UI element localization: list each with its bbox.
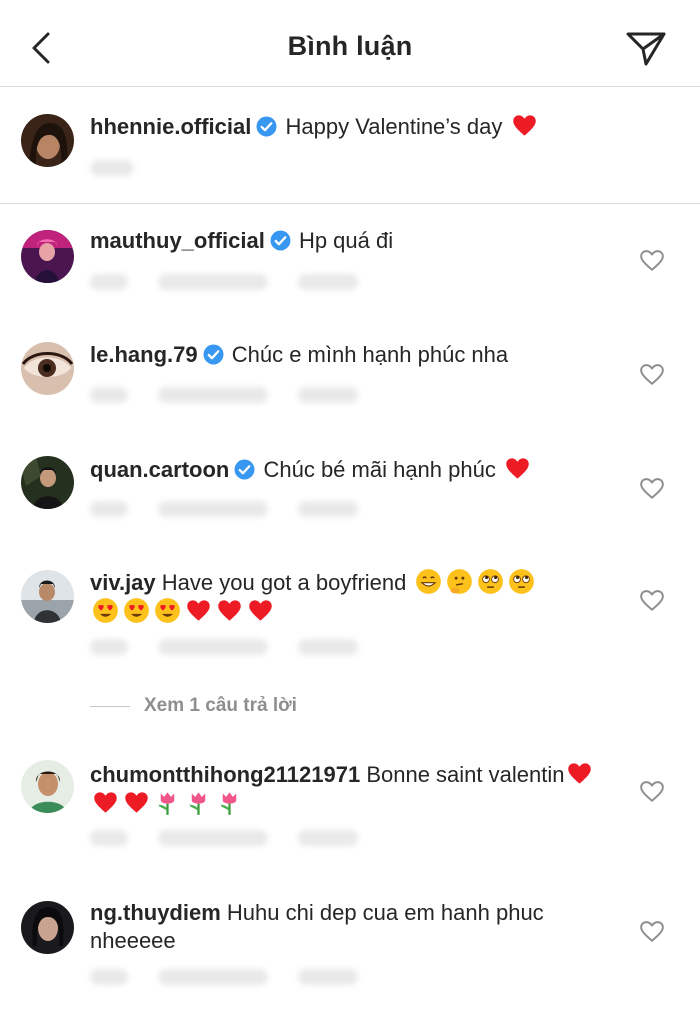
comment-item: chumontthihong21121971 Bonne saint valen… [0,740,700,880]
heart-eyes-emoji-icon [155,598,180,623]
paper-plane-icon[interactable] [624,28,668,68]
comment-username[interactable]: mauthuy_official [90,228,265,253]
comment-text-block: ng.thuydiem Huhu chi dep cua em hanh phu… [90,899,625,955]
comment-text: Chúc e mình hạnh phúc nha [231,342,509,367]
post-caption: hhennie.official Happy Valentine’s day [0,87,700,204]
comment-meta-blurred [90,500,388,522]
comment-meta-blurred [90,968,388,990]
comment-username[interactable]: le.hang.79 [90,342,198,367]
comment-username[interactable]: quan.cartoon [90,457,229,482]
comment-meta-blurred [90,386,388,408]
comment-username[interactable]: chumontthihong21121971 [90,762,360,787]
grinning-face-emoji-icon [415,569,441,594]
caption-username[interactable]: hhennie.official [90,114,251,139]
eye-roll-emoji-icon [508,569,534,594]
heart-eyes-emoji-icon [93,598,118,623]
tulip-emoji-icon [189,792,206,815]
red-heart-emoji-icon [249,600,272,621]
caption-meta-blurred [90,159,164,181]
comment-username[interactable]: viv.jay [90,570,156,595]
comment-item: mauthuy_official Hp quá đi [0,204,700,318]
comment-text-block: quan.cartoon Chúc bé mãi hạnh phúc [90,455,625,484]
comment-meta-blurred [90,273,388,295]
comment-item: ng.thuydiem Huhu chi dep cua em hanh phu… [0,880,700,1032]
view-replies-button[interactable]: Xem 1 câu trả lời [90,695,297,723]
caption-text-block: hhennie.official Happy Valentine’s day [90,112,625,141]
comment-text-block: chumontthihong21121971 Bonne saint valen… [90,760,625,818]
comment-text-block: mauthuy_official Hp quá đi [90,227,625,255]
verified-badge-icon [256,116,277,137]
red-heart-emoji-icon [94,792,117,813]
comment-text: Chúc bé mãi hạnh phúc [263,457,496,482]
page-title: Bình luận [287,31,413,61]
comment-text-block: le.hang.79 Chúc e mình hạnh phúc nha [90,341,625,369]
red-heart-emoji-icon [187,600,210,621]
avatar[interactable] [21,230,74,283]
like-heart-icon[interactable] [639,248,665,272]
thinking-face-emoji-icon [446,569,472,594]
avatar[interactable] [21,901,74,954]
top-bar: Bình luận [0,0,700,87]
comment-text: Have you got a boyfriend [161,570,407,595]
verified-badge-icon [270,230,291,251]
like-heart-icon[interactable] [639,588,665,612]
replies-divider-line [90,705,130,707]
avatar[interactable] [21,342,74,395]
avatar[interactable] [21,760,74,813]
comment-text: Bonne saint valentin [366,762,565,787]
caption-text: Happy Valentine’s day [285,114,503,139]
like-heart-icon[interactable] [639,779,665,803]
comment-item: quan.cartoon Chúc bé mãi hạnh phúc [0,432,700,546]
red-heart-emoji-icon [506,458,529,479]
tulip-emoji-icon [158,792,175,815]
red-heart-emoji-icon [218,600,241,621]
comment-username[interactable]: ng.thuydiem [90,900,221,925]
verified-badge-icon [234,459,255,480]
heart-eyes-emoji-icon [124,598,149,623]
view-replies-label: Xem 1 câu trả lời [144,695,297,716]
red-heart-emoji-icon [512,115,536,136]
avatar[interactable] [21,114,74,167]
avatar[interactable] [21,456,74,509]
comment-text-block: viv.jay Have you got a boyfriend [90,568,625,626]
tulip-emoji-icon [220,792,237,815]
like-heart-icon[interactable] [639,362,665,386]
verified-badge-icon [203,344,224,365]
red-heart-emoji-icon [125,792,148,813]
comment-item: viv.jay Have you got a boyfriend [0,546,700,686]
red-heart-emoji-icon [568,763,592,784]
comment-meta-blurred [90,638,388,660]
eye-roll-emoji-icon [477,569,503,594]
comment-meta-blurred [90,829,388,851]
comment-item: le.hang.79 Chúc e mình hạnh phúc nha [0,318,700,432]
like-heart-icon[interactable] [639,476,665,500]
comment-text: Hp quá đi [298,228,394,253]
avatar[interactable] [21,570,74,623]
like-heart-icon[interactable] [639,919,665,943]
